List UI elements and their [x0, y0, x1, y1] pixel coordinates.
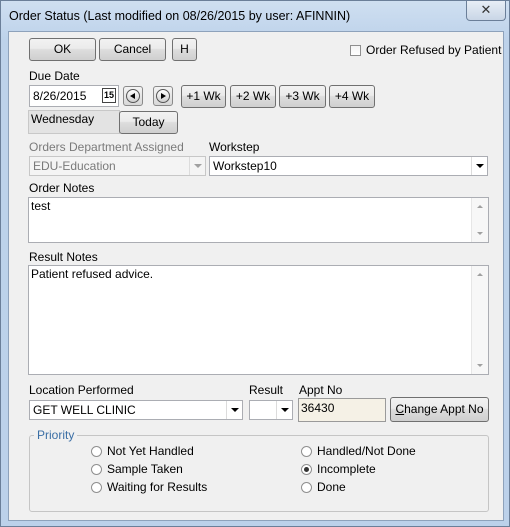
- order-notes-value: test: [31, 199, 51, 213]
- order-notes-scrollbar[interactable]: [471, 198, 488, 242]
- priority-title: Priority: [34, 428, 78, 442]
- today-button[interactable]: Today: [119, 111, 178, 134]
- appt-no-value: 36430: [301, 401, 335, 415]
- title-bar: Order Status (Last modified on 08/26/201…: [1, 1, 509, 31]
- due-date-input[interactable]: 8/26/2015 15: [29, 85, 119, 107]
- window-title: Order Status (Last modified on 08/26/201…: [9, 9, 351, 23]
- due-date-value: 8/26/2015: [33, 89, 87, 103]
- day-of-week-display: Wednesday: [28, 110, 120, 134]
- radio-not-yet-handled[interactable]: [91, 446, 102, 457]
- plus-4-week-button[interactable]: +4 Wk: [329, 85, 375, 108]
- ok-button[interactable]: OK: [29, 38, 96, 61]
- radio-handled-not-done[interactable]: [301, 446, 312, 457]
- next-date-button[interactable]: [153, 86, 173, 106]
- appt-no-label: Appt No: [299, 383, 343, 397]
- scroll-down-icon: [477, 232, 483, 235]
- change-appt-label: hange Appt No: [404, 402, 484, 416]
- close-icon: ✕: [480, 2, 492, 17]
- result-notes-value: Patient refused advice.: [31, 267, 154, 281]
- chevron-down-icon: [280, 408, 289, 412]
- result-select[interactable]: [249, 400, 293, 420]
- arrow-right-icon: [161, 93, 166, 99]
- radio-not-yet-handled-label: Not Yet Handled: [107, 444, 194, 458]
- order-refused-checkbox[interactable]: [350, 45, 361, 56]
- due-date-label: Due Date: [29, 69, 80, 83]
- radio-sample-taken-label: Sample Taken: [107, 462, 183, 476]
- plus-3-week-button[interactable]: +3 Wk: [279, 85, 326, 108]
- result-notes-textarea[interactable]: Patient refused advice.: [28, 265, 489, 375]
- result-notes-label: Result Notes: [29, 250, 98, 264]
- dialog-body: OK Cancel H Order Refused by Patient Due…: [8, 31, 504, 521]
- radio-handled-not-done-label: Handled/Not Done: [317, 444, 416, 458]
- radio-done-label: Done: [317, 480, 346, 494]
- plus-1-week-button[interactable]: +1 Wk: [181, 85, 226, 108]
- workstep-label: Workstep: [209, 140, 260, 154]
- order-notes-label: Order Notes: [29, 181, 95, 195]
- appt-no-input[interactable]: 36430: [298, 398, 386, 422]
- chevron-down-icon: [475, 164, 484, 168]
- order-notes-textarea[interactable]: test: [28, 197, 489, 243]
- close-button[interactable]: ✕: [466, 1, 506, 21]
- radio-waiting-for-results[interactable]: [91, 482, 102, 493]
- result-notes-scrollbar[interactable]: [471, 266, 488, 374]
- order-refused-label: Order Refused by Patient: [366, 43, 502, 57]
- department-value: EDU-Education: [33, 159, 116, 173]
- location-label: Location Performed: [29, 383, 134, 397]
- scroll-up-icon: [477, 205, 483, 208]
- arrow-left-icon: [130, 93, 135, 99]
- order-status-window: Order Status (Last modified on 08/26/201…: [0, 0, 510, 527]
- calendar-icon-glyph: 15: [103, 90, 114, 100]
- plus-2-week-button[interactable]: +2 Wk: [230, 85, 276, 108]
- change-appt-accel: C: [395, 402, 405, 416]
- calendar-icon[interactable]: 15: [102, 88, 116, 103]
- previous-date-button[interactable]: [123, 86, 143, 106]
- day-of-week-value: Wednesday: [31, 112, 95, 126]
- department-label: Orders Department Assigned: [29, 140, 184, 154]
- scroll-down-icon: [477, 364, 483, 367]
- radio-sample-taken[interactable]: [91, 464, 102, 475]
- workstep-select[interactable]: Workstep10: [209, 156, 488, 176]
- change-appt-no-button[interactable]: Change Appt No: [390, 397, 489, 422]
- workstep-value: Workstep10: [213, 159, 277, 173]
- department-select: EDU-Education: [29, 156, 206, 176]
- radio-incomplete[interactable]: [301, 464, 312, 475]
- radio-incomplete-label: Incomplete: [317, 462, 376, 476]
- radio-waiting-for-results-label: Waiting for Results: [107, 480, 208, 494]
- cancel-button[interactable]: Cancel: [99, 38, 166, 61]
- result-label: Result: [249, 383, 284, 397]
- location-select[interactable]: GET WELL CLINIC: [29, 400, 243, 420]
- radio-done[interactable]: [301, 482, 312, 493]
- chevron-down-icon: [230, 408, 239, 412]
- scroll-up-icon: [477, 273, 483, 276]
- location-value: GET WELL CLINIC: [33, 403, 136, 417]
- h-button[interactable]: H: [172, 38, 197, 61]
- chevron-down-icon: [193, 164, 202, 168]
